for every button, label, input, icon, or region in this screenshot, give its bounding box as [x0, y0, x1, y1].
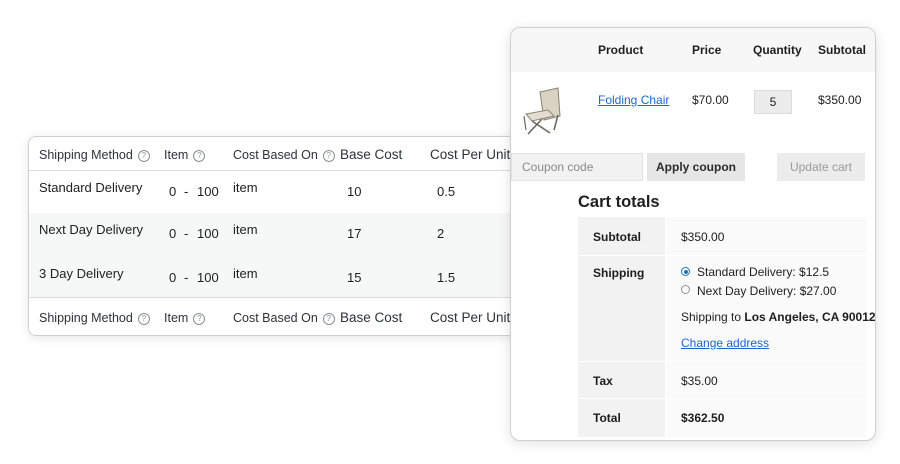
cart-panel: Product Price Quantity Subtotal Folding … — [510, 27, 876, 441]
footer-shipping-method: Shipping Method? — [39, 311, 150, 325]
base-cost[interactable]: 15 — [347, 270, 361, 285]
folding-chair-image[interactable] — [520, 86, 564, 136]
total-label: Total — [593, 411, 621, 425]
question-circle-icon[interactable]: ? — [322, 313, 335, 325]
header-subtotal: Subtotal — [818, 43, 866, 57]
change-address-link[interactable]: Change address — [681, 336, 769, 350]
question-circle-icon[interactable]: ? — [193, 150, 206, 162]
footer-cost-based-on: Cost Based On? — [233, 311, 335, 325]
totals-subtotal-row: Subtotal $350.00 — [578, 217, 866, 255]
footer-item: Item? — [164, 311, 206, 325]
apply-coupon-button[interactable]: Apply coupon — [647, 153, 745, 181]
product-price: $70.00 — [692, 93, 729, 107]
header-price: Price — [692, 43, 722, 57]
cost-based-on[interactable]: item — [233, 180, 258, 195]
header-base-cost: Base Cost — [340, 147, 403, 162]
cost-per-unit[interactable]: 1.5 — [437, 270, 455, 285]
tax-label: Tax — [593, 374, 613, 388]
quantity-input[interactable]: 5 — [754, 90, 792, 114]
totals-total-row: Total $362.50 — [578, 399, 866, 437]
table-row: Next Day Delivery 0 - 100 item 17 2 — [29, 213, 549, 255]
method-name[interactable]: Standard Delivery — [39, 180, 142, 195]
totals-tax-row: Tax $35.00 — [578, 362, 866, 398]
cart-totals-title: Cart totals — [578, 193, 660, 211]
table-row: Standard Delivery 0 - 100 item 10 0.5 — [29, 171, 549, 213]
subtotal-label: Subtotal — [593, 230, 641, 244]
radio-standard-delivery[interactable] — [681, 267, 690, 276]
item-max[interactable]: 100 — [197, 270, 219, 285]
method-name[interactable]: Next Day Delivery — [39, 222, 143, 237]
cost-based-on[interactable]: item — [233, 222, 258, 237]
range-separator: - — [184, 270, 189, 285]
cost-based-on[interactable]: item — [233, 266, 258, 281]
method-name[interactable]: 3 Day Delivery — [39, 266, 124, 281]
shipping-label: Shipping — [593, 266, 645, 280]
header-quantity: Quantity — [753, 43, 802, 57]
product-subtotal: $350.00 — [818, 93, 862, 107]
radio-next-day-delivery[interactable] — [681, 285, 690, 294]
footer-base-cost: Base Cost — [340, 310, 403, 325]
coupon-code-input[interactable]: Coupon code — [511, 153, 643, 181]
cost-per-unit[interactable]: 0.5 — [437, 184, 455, 199]
total-value: $362.50 — [681, 411, 725, 425]
product-link[interactable]: Folding Chair — [598, 93, 669, 107]
totals-shipping-row: Shipping Standard Delivery: $12.5 Next D… — [578, 256, 875, 361]
shipping-destination: Shipping to Los Angeles, CA 90012. — [681, 310, 876, 324]
header-item: Item? — [164, 148, 206, 162]
item-max[interactable]: 100 — [197, 184, 219, 199]
footer-cost-per-unit: Cost Per Unit — [430, 310, 511, 325]
item-min[interactable]: 0 — [169, 226, 176, 241]
cost-per-unit[interactable]: 2 — [437, 226, 444, 241]
base-cost[interactable]: 17 — [347, 226, 361, 241]
range-separator: - — [184, 226, 189, 241]
question-circle-icon[interactable]: ? — [322, 150, 335, 162]
table-footer-row: Shipping Method? Item? Cost Based On? Ba… — [29, 297, 549, 335]
table-row: 3 Day Delivery 0 - 100 item 15 1.5 — [29, 255, 549, 297]
option-next-day-delivery[interactable]: Next Day Delivery: $27.00 — [697, 284, 836, 298]
subtotal-value: $350.00 — [681, 230, 725, 244]
update-cart-button[interactable]: Update cart — [777, 153, 865, 181]
tax-value: $35.00 — [681, 374, 718, 388]
question-circle-icon[interactable]: ? — [193, 313, 206, 325]
item-min[interactable]: 0 — [169, 270, 176, 285]
shipping-rate-table: Shipping Method? Item? Cost Based On? Ba… — [28, 136, 550, 336]
item-max[interactable]: 100 — [197, 226, 219, 241]
header-cost-based-on: Cost Based On? — [233, 148, 335, 162]
question-circle-icon[interactable]: ? — [137, 150, 150, 162]
item-min[interactable]: 0 — [169, 184, 176, 199]
base-cost[interactable]: 10 — [347, 184, 361, 199]
table-header-row: Shipping Method? Item? Cost Based On? Ba… — [29, 137, 549, 171]
option-standard-delivery[interactable]: Standard Delivery: $12.5 — [697, 265, 829, 279]
header-shipping-method: Shipping Method? — [39, 148, 150, 162]
header-product: Product — [598, 43, 644, 57]
range-separator: - — [184, 184, 189, 199]
question-circle-icon[interactable]: ? — [137, 313, 150, 325]
header-cost-per-unit: Cost Per Unit — [430, 147, 511, 162]
